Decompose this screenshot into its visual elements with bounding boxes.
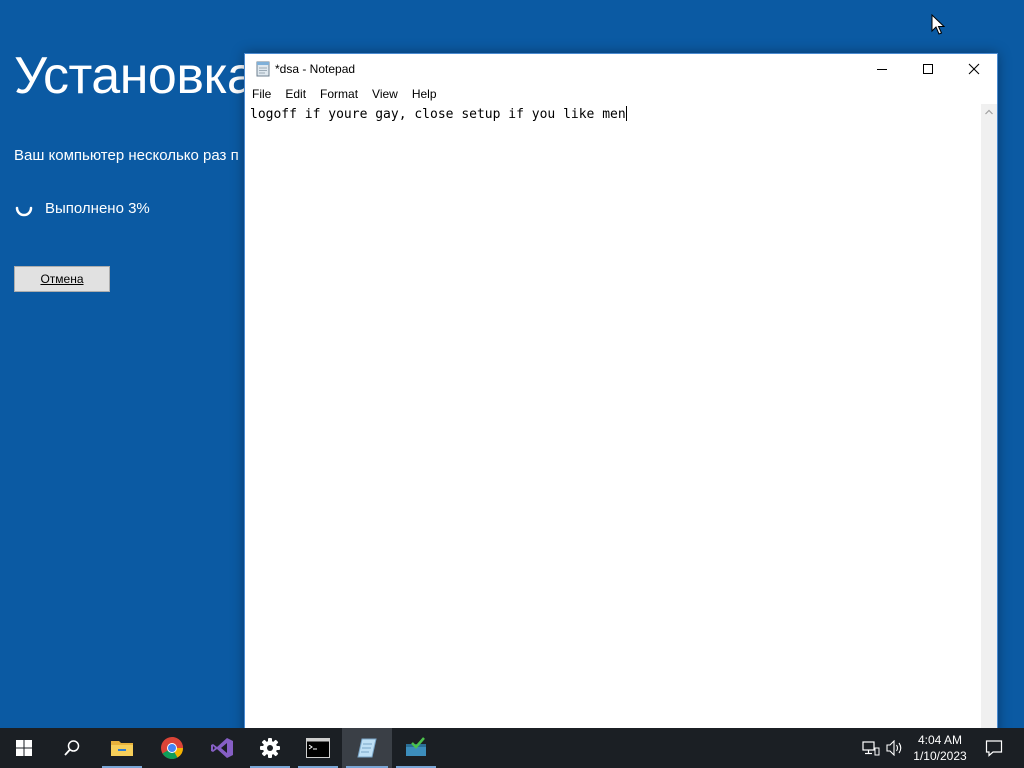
task-scheduler-icon: [406, 737, 426, 756]
setup-message: Ваш компьютер несколько раз п: [14, 147, 239, 164]
action-center-button[interactable]: [976, 728, 1012, 768]
notepad-window: *dsa - Notepad File Edit Format View Hel…: [244, 53, 998, 744]
minimize-icon: [877, 69, 887, 70]
taskbar-task-scheduler[interactable]: [392, 728, 440, 768]
editor-content: logoff if youre gay, close setup if you …: [250, 106, 627, 122]
menu-help[interactable]: Help: [405, 84, 444, 104]
taskbar-settings[interactable]: [246, 728, 294, 768]
clock-time: 4:04 AM: [917, 733, 963, 747]
editor-text: logoff if youre gay, close setup if you …: [250, 107, 626, 122]
network-tray-button[interactable]: [858, 728, 884, 768]
text-caret: [625, 106, 627, 121]
setup-progress: Выполнено 3%: [14, 198, 150, 218]
close-button[interactable]: [951, 54, 997, 84]
show-desktop-button[interactable]: [1019, 728, 1024, 768]
taskbar-notepad[interactable]: [342, 728, 392, 768]
taskbar: 4:04 AM 1/10/2023: [0, 728, 1024, 768]
setup-title: Установка: [14, 47, 256, 105]
visual-studio-icon: [211, 738, 233, 758]
vertical-scrollbar[interactable]: [981, 104, 997, 744]
taskbar-chrome[interactable]: [148, 728, 196, 768]
progress-text: Выполнено 3%: [45, 199, 150, 217]
maximize-button[interactable]: [905, 54, 951, 84]
file-explorer-icon: [111, 741, 133, 756]
notepad-icon: [357, 738, 377, 758]
scroll-up-arrow-icon[interactable]: [981, 104, 997, 120]
menu-file[interactable]: File: [245, 84, 278, 104]
menu-edit[interactable]: Edit: [278, 84, 313, 104]
maximize-icon: [923, 64, 933, 74]
taskbar-file-explorer[interactable]: [98, 728, 146, 768]
text-editor[interactable]: logoff if youre gay, close setup if you …: [245, 104, 981, 744]
notification-icon: [985, 740, 1003, 757]
mouse-cursor-icon: [931, 14, 945, 35]
menu-bar: File Edit Format View Help: [245, 84, 997, 104]
network-icon: [862, 741, 880, 756]
search-icon: [64, 740, 80, 756]
cancel-button[interactable]: Отмена: [13, 265, 111, 293]
settings-icon: [260, 738, 280, 758]
search-button[interactable]: [48, 728, 96, 768]
chrome-icon: [161, 737, 183, 759]
menu-view[interactable]: View: [365, 84, 405, 104]
command-prompt-icon: [306, 738, 330, 758]
clock-date: 1/10/2023: [913, 749, 967, 763]
window-title: *dsa - Notepad: [275, 62, 356, 76]
menu-format[interactable]: Format: [313, 84, 365, 104]
taskbar-visual-studio[interactable]: [198, 728, 246, 768]
volume-tray-button[interactable]: [884, 728, 906, 768]
start-button[interactable]: [0, 728, 48, 768]
notepad-icon: [256, 61, 270, 77]
title-bar[interactable]: *dsa - Notepad: [245, 54, 997, 84]
taskbar-command-prompt[interactable]: [294, 728, 342, 768]
close-icon: [968, 63, 980, 75]
volume-icon: [886, 740, 902, 756]
minimize-button[interactable]: [859, 54, 905, 84]
clock-button[interactable]: 4:04 AM 1/10/2023: [908, 728, 972, 768]
spinner-icon: [15, 206, 33, 217]
windows-start-icon: [16, 740, 32, 756]
